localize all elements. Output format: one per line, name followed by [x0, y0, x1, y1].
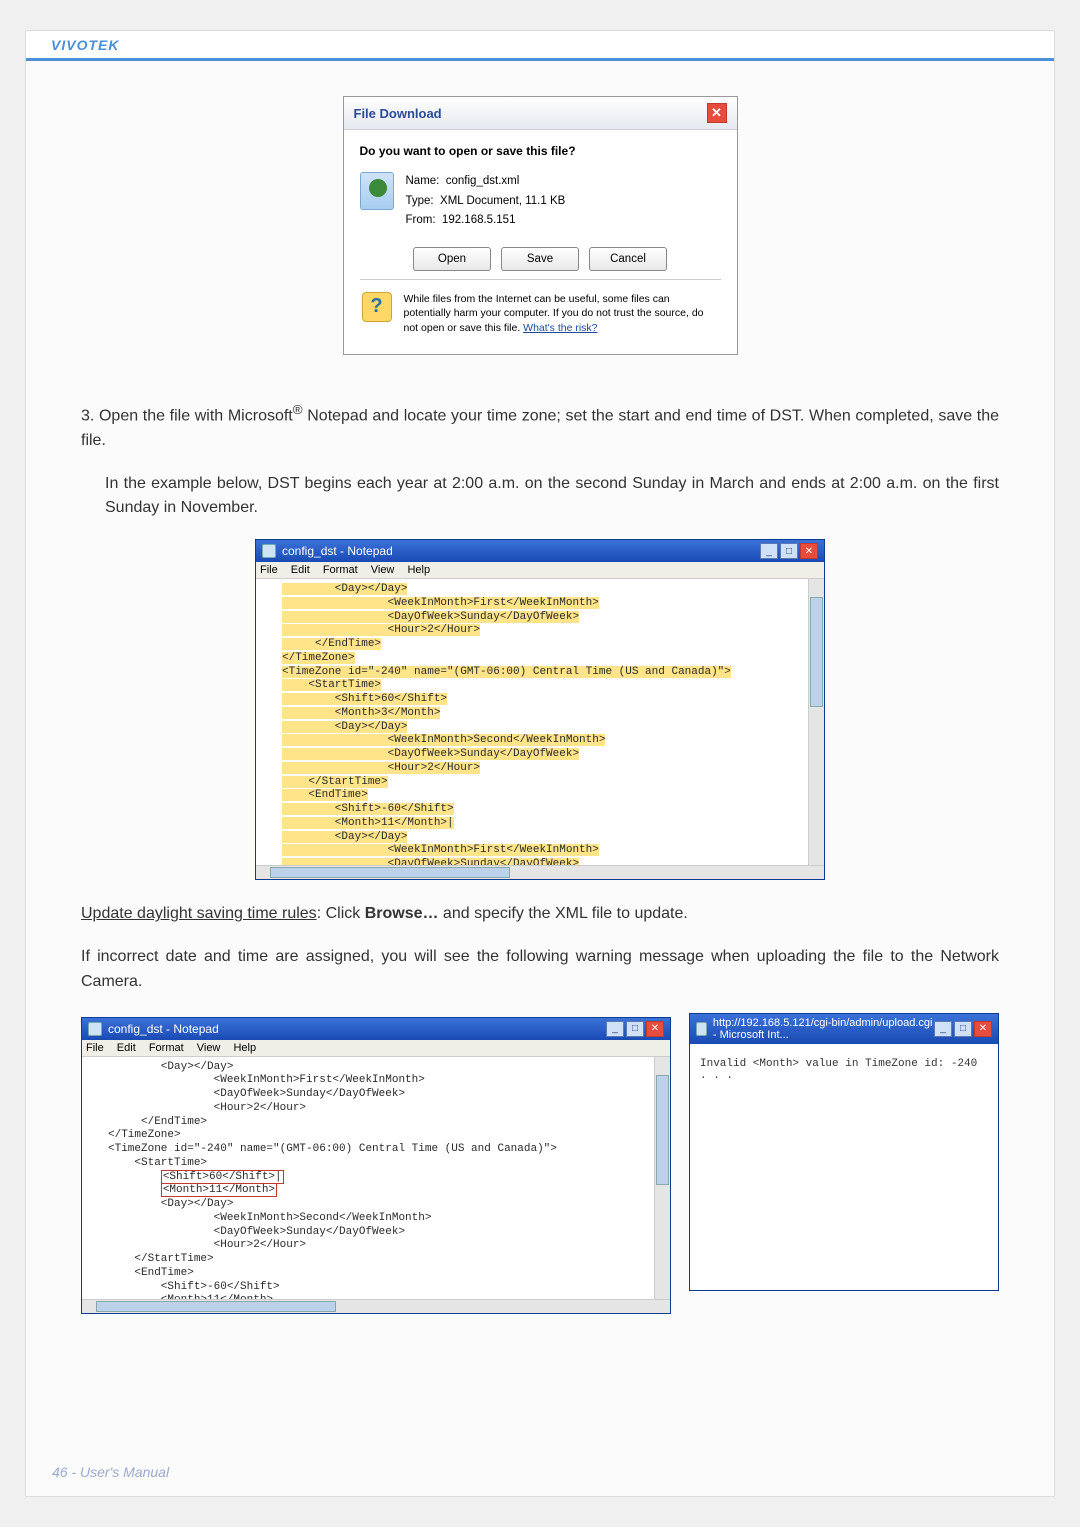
save-button[interactable]: Save — [501, 247, 579, 271]
from-label: From: — [406, 214, 436, 226]
menu-view[interactable]: View — [371, 564, 395, 576]
notepad-icon — [262, 544, 276, 558]
menu-format[interactable]: Format — [323, 564, 358, 576]
notepad2-titlebar: config_dst - Notepad _ □ ✕ — [82, 1018, 670, 1040]
brand-logo: VIVOTEK — [51, 37, 119, 53]
browser-body: Invalid <Month> value in TimeZone id: -2… — [690, 1044, 998, 1290]
notepad2-menu: File Edit Format View Help — [82, 1040, 670, 1057]
update-dst-paragraph: Update daylight saving time rules: Click… — [81, 902, 999, 927]
close-icon[interactable]: ✕ — [646, 1021, 664, 1037]
np2-hl-month: <Month>11</Month> — [161, 1183, 277, 1197]
dialog-title: File Download — [354, 106, 442, 121]
maximize-icon[interactable]: □ — [954, 1021, 972, 1037]
update-dst-rest-a: : Click — [317, 905, 365, 922]
notepad1-titlebar: config_dst - Notepad _ □ ✕ — [256, 540, 824, 562]
page-footer: 46 - User's Manual — [52, 1464, 169, 1480]
cancel-button[interactable]: Cancel — [589, 247, 667, 271]
name-value: config_dst.xml — [446, 175, 520, 187]
update-dst-rest-b: and specify the XML file to update. — [438, 905, 687, 922]
np2-mid: <Day></Day> <WeekInMonth>Second</WeekInM… — [108, 1198, 445, 1313]
np2-pre: <Day></Day> <WeekInMonth>First</WeekInMo… — [108, 1061, 557, 1183]
menu-help[interactable]: Help — [233, 1042, 256, 1054]
name-label: Name: — [406, 175, 440, 187]
notepad1-menu: File Edit Format View Help — [256, 562, 824, 579]
file-details: Name: config_dst.xml Type: XML Document,… — [406, 172, 566, 231]
minimize-icon[interactable]: _ — [760, 543, 778, 559]
horizontal-scrollbar[interactable] — [256, 865, 824, 879]
browse-bold: Browse… — [365, 905, 439, 922]
type-value: XML Document, 11.1 KB — [440, 195, 565, 207]
menu-view[interactable]: View — [197, 1042, 221, 1054]
browser-window: http://192.168.5.121/cgi-bin/admin/uploa… — [689, 1013, 999, 1291]
notepad2-title: config_dst - Notepad — [108, 1022, 219, 1036]
error-message: Invalid <Month> value in TimeZone id: -2… — [700, 1058, 977, 1082]
warning-text: While files from the Internet can be use… — [404, 292, 719, 336]
file-icon — [360, 172, 394, 210]
open-button[interactable]: Open — [413, 247, 491, 271]
dialog-question: Do you want to open or save this file? — [360, 144, 721, 158]
highlighted-xml: <Day></Day> <WeekInMonth>First</WeekInMo… — [282, 583, 731, 879]
type-label: Type: — [406, 195, 434, 207]
step3-example-paragraph: In the example below, DST begins each ye… — [81, 472, 999, 522]
notepad1-body[interactable]: <Day></Day> <WeekInMonth>First</WeekInMo… — [256, 579, 824, 879]
vertical-scrollbar[interactable] — [654, 1057, 670, 1299]
notepad-window-1: config_dst - Notepad _ □ ✕ File Edit For… — [255, 539, 825, 880]
maximize-icon[interactable]: □ — [780, 543, 798, 559]
shield-warning-icon: ? — [362, 292, 392, 322]
step3-paragraph: 3. Open the file with Microsoft® Notepad… — [81, 400, 999, 454]
file-download-dialog: File Download ✕ Do you want to open or s… — [343, 96, 738, 355]
update-dst-underline: Update daylight saving time rules — [81, 905, 317, 922]
close-icon[interactable]: ✕ — [974, 1021, 992, 1037]
minimize-icon[interactable]: _ — [934, 1021, 952, 1037]
np2-hl-shift: <Shift>60</Shift>| — [161, 1170, 284, 1184]
ie-icon — [696, 1022, 707, 1036]
browser-title-text: http://192.168.5.121/cgi-bin/admin/uploa… — [713, 1017, 934, 1041]
menu-file[interactable]: File — [86, 1042, 104, 1054]
close-icon[interactable]: ✕ — [707, 103, 727, 123]
menu-file[interactable]: File — [260, 564, 278, 576]
minimize-icon[interactable]: _ — [606, 1021, 624, 1037]
maximize-icon[interactable]: □ — [626, 1021, 644, 1037]
menu-help[interactable]: Help — [407, 564, 430, 576]
horizontal-scrollbar[interactable] — [82, 1299, 670, 1313]
close-icon[interactable]: ✕ — [800, 543, 818, 559]
browser-titlebar: http://192.168.5.121/cgi-bin/admin/uploa… — [690, 1014, 998, 1044]
notepad1-title: config_dst - Notepad — [282, 544, 393, 558]
notepad-window-2: config_dst - Notepad _ □ ✕ File Edit For… — [81, 1017, 671, 1314]
menu-edit[interactable]: Edit — [117, 1042, 136, 1054]
warning-link[interactable]: What's the risk? — [523, 322, 597, 334]
notepad2-body[interactable]: <Day></Day> <WeekInMonth>First</WeekInMo… — [82, 1057, 670, 1313]
notepad-icon — [88, 1022, 102, 1036]
dialog-titlebar: File Download ✕ — [344, 97, 737, 130]
header-band: VIVOTEK — [26, 31, 1054, 61]
menu-edit[interactable]: Edit — [291, 564, 310, 576]
step3-line1a: 3. Open the file with Microsoft — [81, 407, 293, 424]
vertical-scrollbar[interactable] — [808, 579, 824, 865]
incorrect-date-paragraph: If incorrect date and time are assigned,… — [81, 945, 999, 995]
step3-line2: In the example below, DST begins each ye… — [81, 472, 999, 522]
from-value: 192.168.5.151 — [442, 214, 516, 226]
registered-mark: ® — [293, 402, 303, 417]
menu-format[interactable]: Format — [149, 1042, 184, 1054]
